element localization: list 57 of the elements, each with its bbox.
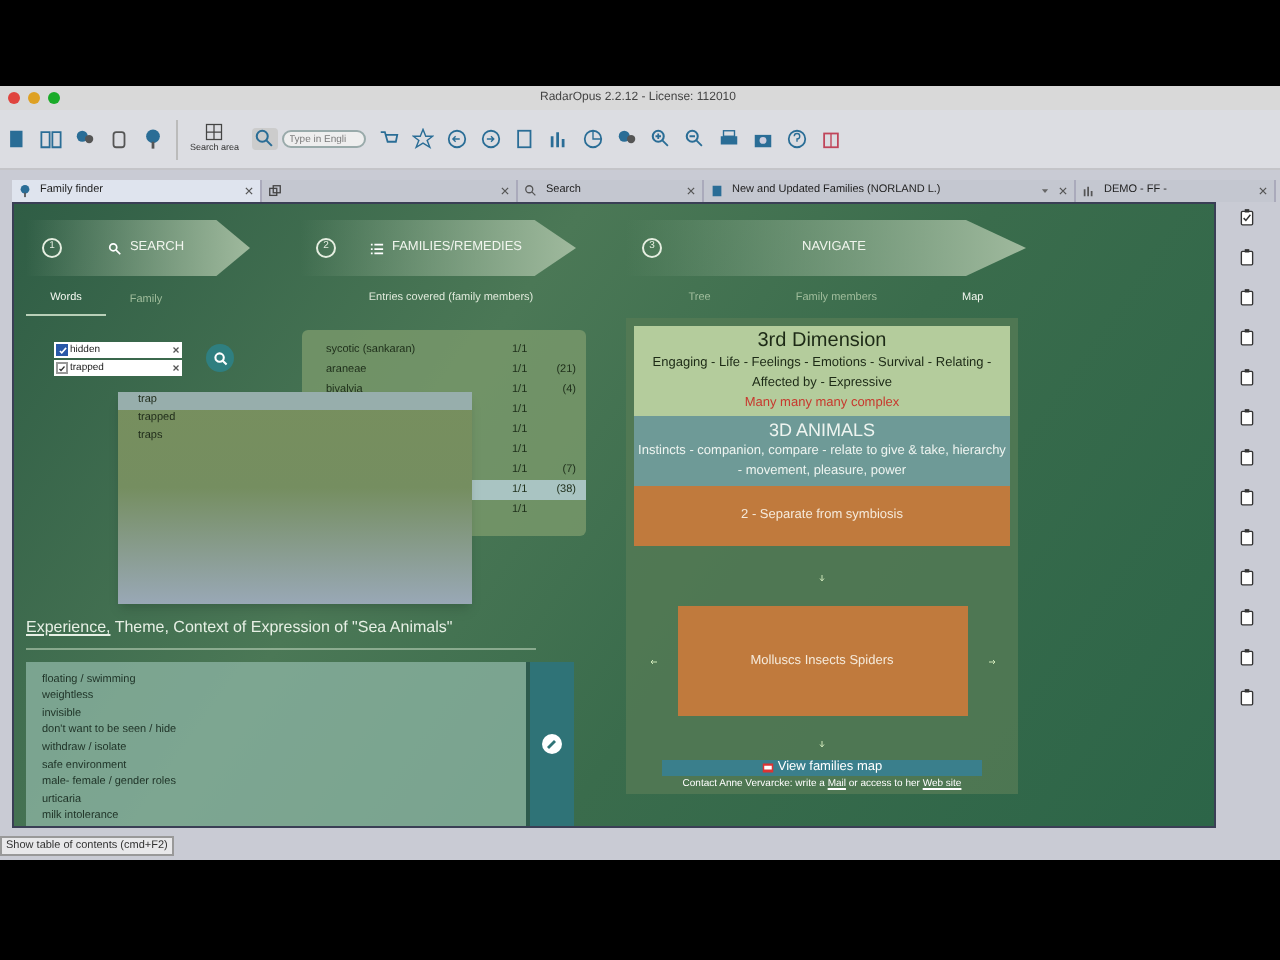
star-icon[interactable] — [411, 128, 434, 150]
search-icon — [107, 241, 122, 255]
checkbox[interactable] — [56, 362, 68, 375]
grid-icon — [204, 122, 225, 143]
open-book-icon[interactable] — [40, 128, 62, 150]
dropdown-icon[interactable] — [1040, 186, 1050, 196]
help-icon[interactable] — [785, 128, 808, 150]
search-button[interactable] — [206, 344, 234, 373]
clipboard-check-icon[interactable] — [1237, 206, 1255, 228]
clipboard-icon[interactable] — [1237, 446, 1255, 468]
experience-heading: Experience, Theme, Context of Expression of "Sea Animals" — [26, 615, 455, 640]
list-icon — [369, 241, 384, 255]
forward-icon[interactable] — [479, 128, 502, 150]
tree-icon — [18, 184, 32, 198]
book-icon — [710, 184, 724, 198]
chart-icon — [1082, 184, 1096, 198]
tree-icon[interactable] — [142, 128, 164, 150]
book-icon[interactable] — [6, 128, 28, 150]
search-icon — [524, 184, 538, 198]
document-icon[interactable] — [513, 128, 536, 150]
arrow-icon — [818, 740, 826, 749]
clipboard-icon[interactable] — [1237, 646, 1255, 668]
close-icon[interactable] — [500, 186, 510, 196]
clipboard-icon[interactable] — [1237, 406, 1255, 428]
arrow-icon — [818, 574, 826, 583]
clipboard-icon[interactable] — [1237, 286, 1255, 308]
edit-button[interactable] — [530, 661, 574, 826]
chart-icon[interactable] — [547, 128, 570, 150]
close-icon[interactable] — [244, 186, 254, 196]
printer-icon[interactable] — [717, 128, 740, 150]
clipboard-icon[interactable] — [1237, 326, 1255, 348]
map-icon — [761, 762, 774, 775]
close-window-button[interactable] — [8, 92, 20, 104]
map-box-title: 3rd Dimension — [757, 330, 887, 355]
close-icon[interactable] — [1058, 186, 1068, 196]
close-icon[interactable] — [1258, 186, 1268, 196]
back-icon[interactable] — [445, 128, 468, 150]
clipboard-icon[interactable] — [1237, 566, 1255, 588]
clipboard-icon[interactable] — [1237, 366, 1255, 388]
clipboard-icon[interactable] — [1237, 486, 1255, 508]
zoom-in-icon[interactable] — [649, 128, 672, 150]
jar-icon[interactable] — [108, 128, 130, 150]
map-box-title: 3D ANIMALS — [768, 420, 876, 443]
search-icon — [213, 351, 227, 366]
clipboard-icon[interactable] — [1237, 686, 1255, 708]
zoom-out-icon[interactable] — [683, 128, 706, 150]
windows-icon — [268, 184, 282, 198]
close-icon[interactable] — [172, 346, 180, 355]
zoom-icon[interactable] — [253, 128, 276, 150]
pie-icon[interactable] — [581, 128, 604, 150]
clipboard-icon[interactable] — [1237, 606, 1255, 628]
close-icon[interactable] — [686, 186, 696, 196]
experience-link[interactable]: Experience, — [26, 617, 111, 636]
pencil-icon — [542, 733, 562, 754]
close-icon[interactable] — [172, 364, 180, 373]
clipboard-icon[interactable] — [1237, 246, 1255, 268]
clipboard-icon[interactable] — [1237, 526, 1255, 548]
